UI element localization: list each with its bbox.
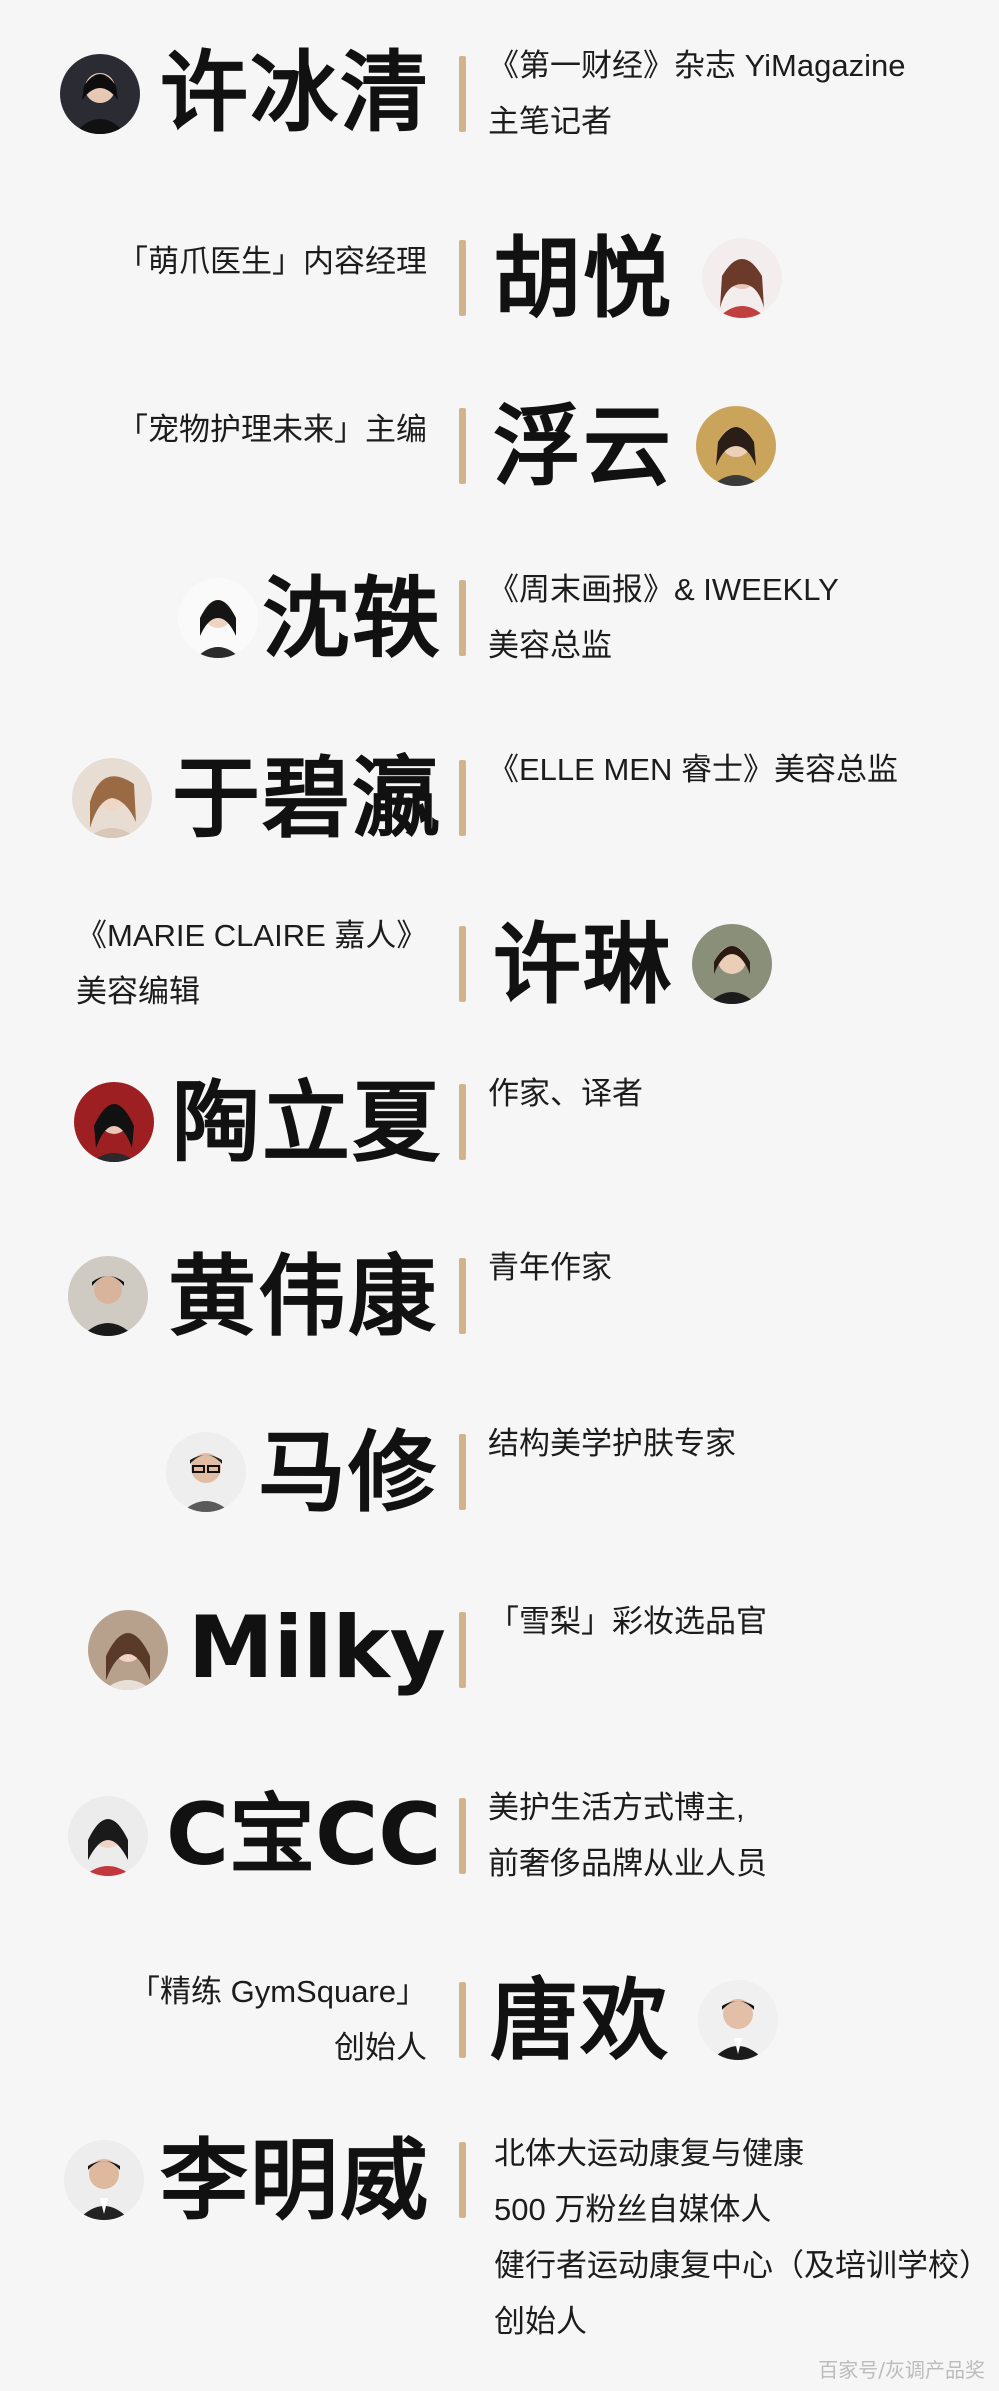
- divider-bar: [459, 760, 466, 836]
- description-line: 「雪梨」彩妆选品官: [488, 1604, 767, 1639]
- divider-bar: [459, 1258, 466, 1334]
- description-line: 结构美学护肤专家: [488, 1426, 736, 1461]
- avatar: [88, 1610, 168, 1690]
- avatar: [166, 1432, 246, 1512]
- person-description: 《第一财经》杂志 YiMagazine 主笔记者: [488, 38, 905, 150]
- description-line: 《ELLE MEN 睿士》美容总监: [488, 752, 898, 787]
- description-line: 创始人: [494, 2304, 587, 2339]
- person-row: Milky 「雪梨」彩妆选品官: [0, 1600, 999, 1700]
- person-description: 《周末画报》& IWEEKLY 美容总监: [488, 562, 839, 674]
- description-line: 青年作家: [488, 1250, 612, 1285]
- description-line: 作家、译者: [488, 1076, 643, 1111]
- avatar: [64, 2140, 144, 2220]
- divider-bar: [459, 408, 466, 484]
- avatar: [698, 1980, 778, 2060]
- divider-bar: [459, 926, 466, 1002]
- description-line: 《MARIE CLAIRE 嘉人》: [76, 918, 428, 953]
- person-description: 结构美学护肤专家: [488, 1416, 736, 1472]
- person-row: 「宠物护理未来」主编 浮云: [0, 396, 999, 496]
- person-name: 李明威: [160, 2129, 431, 2232]
- divider-bar: [459, 240, 466, 316]
- avatar: [68, 1256, 148, 1336]
- divider-bar: [459, 2142, 466, 2218]
- person-name: 黄伟康: [168, 1245, 439, 1348]
- person-row: 黄伟康 青年作家: [0, 1246, 999, 1346]
- person-row: 沈轶 《周末画报》& IWEEKLY 美容总监: [0, 568, 999, 668]
- person-description: 《ELLE MEN 睿士》美容总监: [488, 742, 898, 798]
- person-row: C宝CC 美护生活方式博主, 前奢侈品牌从业人员: [0, 1786, 999, 1886]
- person-name: Milky: [188, 1598, 446, 1698]
- avatar: [60, 54, 140, 134]
- description-line: 健行者运动康复中心（及培训学校）: [494, 2248, 990, 2283]
- description-line: 美容编辑: [76, 974, 200, 1009]
- avatar: [696, 406, 776, 486]
- person-row: 陶立夏 作家、译者: [0, 1072, 999, 1172]
- divider-bar: [459, 1084, 466, 1160]
- avatar: [68, 1796, 148, 1876]
- description-line: 美容总监: [488, 628, 612, 663]
- description-line: 「宠物护理未来」主编: [117, 412, 427, 447]
- person-name: 胡悦: [493, 227, 674, 330]
- person-description: 作家、译者: [488, 1066, 643, 1122]
- person-row: 李明威 北体大运动康复与健康 500 万粉丝自媒体人 健行者运动康复中心（及培训…: [0, 2130, 999, 2360]
- person-name: 马修: [258, 1421, 439, 1524]
- description-line: 《第一财经》杂志 YiMagazine: [488, 48, 906, 83]
- avatar: [702, 238, 782, 318]
- avatar: [72, 758, 152, 838]
- description-line: 前奢侈品牌从业人员: [488, 1846, 767, 1881]
- person-row: 《MARIE CLAIRE 嘉人》 美容编辑 许琳: [0, 914, 999, 1014]
- person-row: 马修 结构美学护肤专家: [0, 1422, 999, 1522]
- person-row: 于碧瀛 《ELLE MEN 睿士》美容总监: [0, 748, 999, 848]
- person-name: 许冰清: [160, 41, 431, 144]
- divider-bar: [459, 1434, 466, 1510]
- person-name: 沈轶: [262, 567, 443, 670]
- divider-bar: [459, 1612, 466, 1688]
- divider-bar: [459, 56, 466, 132]
- person-description: 美护生活方式博主, 前奢侈品牌从业人员: [488, 1780, 767, 1892]
- person-name: 许琳: [493, 913, 674, 1016]
- person-description: 北体大运动康复与健康 500 万粉丝自媒体人 健行者运动康复中心（及培训学校） …: [494, 2126, 990, 2350]
- description-line: 美护生活方式博主,: [488, 1790, 745, 1825]
- person-name: 于碧瀛: [172, 747, 443, 850]
- description-line: 「精练 GymSquare」: [128, 1974, 427, 2009]
- description-line: 「萌爪医生」内容经理: [117, 244, 427, 279]
- person-description: 「精练 GymSquare」 创始人: [129, 1964, 427, 2076]
- description-line: 创始人: [334, 2030, 427, 2065]
- person-description: 「雪梨」彩妆选品官: [488, 1594, 767, 1650]
- person-name: 浮云: [493, 395, 674, 498]
- divider-bar: [459, 1798, 466, 1874]
- person-description: 「萌爪医生」内容经理: [117, 234, 427, 290]
- description-line: 《周末画报》& IWEEKLY: [488, 572, 839, 607]
- person-description: 青年作家: [488, 1240, 612, 1296]
- avatar: [74, 1082, 154, 1162]
- divider-bar: [459, 1982, 466, 2058]
- person-description: 「宠物护理未来」主编: [117, 402, 427, 458]
- description-line: 主笔记者: [488, 104, 612, 139]
- person-name: 陶立夏: [172, 1071, 443, 1174]
- person-row: 「萌爪医生」内容经理 胡悦: [0, 228, 999, 328]
- person-row: 「精练 GymSquare」 创始人 唐欢: [0, 1970, 999, 2070]
- avatar: [178, 578, 258, 658]
- person-name: 唐欢: [490, 1969, 671, 2072]
- avatar: [692, 924, 772, 1004]
- divider-bar: [459, 580, 466, 656]
- description-line: 北体大运动康复与健康: [494, 2136, 804, 2171]
- person-description: 《MARIE CLAIRE 嘉人》 美容编辑: [76, 908, 427, 1020]
- person-name: C宝CC: [166, 1785, 442, 1885]
- description-line: 500 万粉丝自媒体人: [494, 2192, 772, 2227]
- watermark: 百家号/灰调产品奖: [818, 2358, 985, 2382]
- person-row: 许冰清 《第一财经》杂志 YiMagazine 主笔记者: [0, 44, 999, 144]
